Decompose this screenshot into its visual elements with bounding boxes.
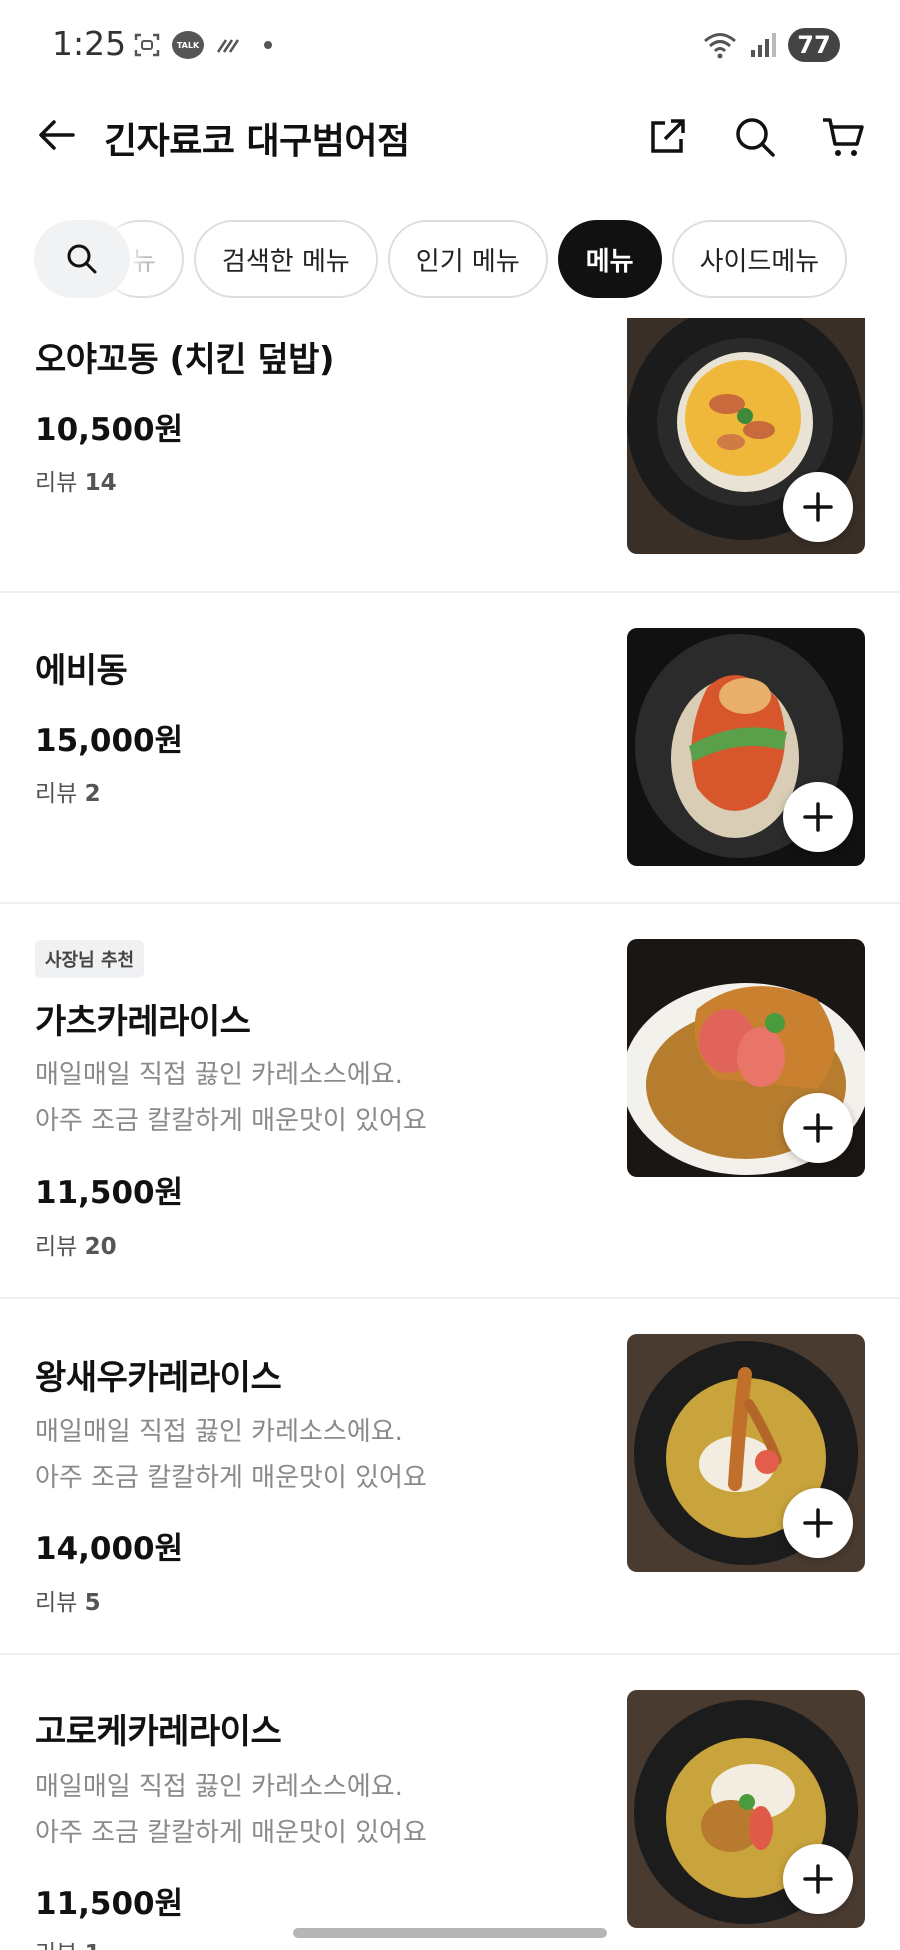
search-button[interactable] (728, 110, 782, 164)
share-icon (651, 119, 685, 153)
menu-item-desc-line2: 아주 조금 칼칼하게 매운맛이 있어요 (35, 1106, 427, 1136)
divider (0, 902, 900, 904)
menu-item-name: 고로케카레라이스 (35, 1712, 282, 1752)
menu-item-photo[interactable] (627, 318, 865, 554)
menu-item-reviews: 리뷰 20 (35, 1227, 117, 1261)
plus-icon (803, 802, 833, 832)
menu-item-photo[interactable] (627, 628, 865, 866)
review-count: 2 (84, 781, 101, 807)
menu-item-price: 10,500원 (35, 412, 184, 448)
menu-item-price: 11,500원 (35, 1175, 184, 1211)
menu-item-name: 가츠카레라이스 (35, 1002, 251, 1042)
chip-searched-menu[interactable]: 검색한 메뉴 (193, 220, 378, 298)
plus-icon (803, 1113, 833, 1143)
chip-popular-menu[interactable]: 인기 메뉴 (387, 220, 548, 298)
battery-indicator: 77 (788, 28, 840, 62)
menu-item-price: 14,000원 (35, 1531, 184, 1567)
back-button[interactable] (32, 110, 82, 160)
status-system-icons: 77 (702, 28, 840, 62)
status-notification-icons: TALK (132, 30, 272, 60)
menu-item-reviews: 리뷰 1 (35, 1934, 101, 1950)
search-icon (736, 118, 775, 157)
cart-icon (823, 118, 864, 156)
arrow-left-icon (39, 120, 75, 150)
menu-item-name: 에비동 (35, 651, 128, 691)
chip-row: 뉴 검색한 메뉴 인기 메뉴 메뉴 사이드메뉴 (100, 220, 848, 298)
divider (0, 1653, 900, 1655)
add-to-cart-button[interactable] (783, 1093, 853, 1163)
review-count: 14 (84, 470, 117, 496)
review-label: 리뷰 (35, 781, 78, 807)
app-header: 긴자료코 대구범어점 (0, 90, 900, 182)
category-chip-bar: 뉴 검색한 메뉴 인기 메뉴 메뉴 사이드메뉴 (0, 218, 900, 300)
menu-item-reviews: 리뷰 2 (35, 774, 101, 808)
home-indicator[interactable] (293, 1928, 607, 1938)
divider (0, 1297, 900, 1299)
plus-icon (803, 1864, 833, 1894)
menu-item-reviews: 리뷰 5 (35, 1583, 101, 1617)
menu-item-desc-line1: 매일매일 직접 끓인 카레소스에요. (35, 1772, 403, 1802)
menu-item-desc-line1: 매일매일 직접 끓인 카레소스에요. (35, 1417, 403, 1447)
menu-item-photo[interactable] (627, 1690, 865, 1928)
menu-item-reviews: 리뷰 14 (35, 463, 117, 497)
search-icon (67, 244, 97, 274)
menu-item-name: 오야꼬동 (치킨 덮밥) (35, 340, 335, 380)
review-label: 리뷰 (35, 470, 78, 496)
review-label: 리뷰 (35, 1590, 78, 1616)
wifi-icon (704, 33, 736, 59)
kakao-talk-icon: TALK (172, 31, 204, 59)
owner-recommend-badge: 사장님 추천 (35, 940, 145, 978)
plus-icon (803, 1508, 833, 1538)
cart-button[interactable] (816, 110, 870, 164)
menu-item-price: 11,500원 (35, 1886, 184, 1922)
menu-item-desc-line2: 아주 조금 칼칼하게 매운맛이 있어요 (35, 1818, 427, 1848)
review-label: 리뷰 (35, 1234, 78, 1260)
plus-icon (803, 492, 833, 522)
divider (0, 591, 900, 593)
screenshot-icon (134, 33, 160, 57)
notification-dot-icon (264, 41, 272, 49)
status-time: 1:25 (52, 24, 127, 63)
menu-item-photo[interactable] (627, 939, 865, 1177)
chip-side-menu[interactable]: 사이드메뉴 (671, 220, 848, 298)
review-label: 리뷰 (35, 1941, 77, 1950)
menu-item-desc-line1: 매일매일 직접 끓인 카레소스에요. (35, 1060, 403, 1090)
menu-search-button[interactable] (34, 220, 130, 298)
status-bar: 1:25 TALK 77 (0, 0, 900, 90)
menu-item-price: 15,000원 (35, 723, 184, 759)
signal-icon (751, 33, 776, 57)
review-count: 5 (84, 1590, 101, 1616)
stripes-icon (216, 39, 240, 53)
menu-item-name: 왕새우카레라이스 (35, 1358, 282, 1398)
review-count: 20 (84, 1234, 117, 1260)
store-title: 긴자료코 대구범어점 (104, 121, 410, 162)
chip-menu[interactable]: 메뉴 (557, 220, 662, 298)
add-to-cart-button[interactable] (783, 472, 853, 542)
share-button[interactable] (640, 110, 694, 164)
add-to-cart-button[interactable] (783, 1844, 853, 1914)
menu-item-photo[interactable] (627, 1334, 865, 1572)
review-count: 1 (85, 1941, 101, 1950)
add-to-cart-button[interactable] (783, 782, 853, 852)
menu-item-desc-line2: 아주 조금 칼칼하게 매운맛이 있어요 (35, 1463, 427, 1493)
add-to-cart-button[interactable] (783, 1488, 853, 1558)
